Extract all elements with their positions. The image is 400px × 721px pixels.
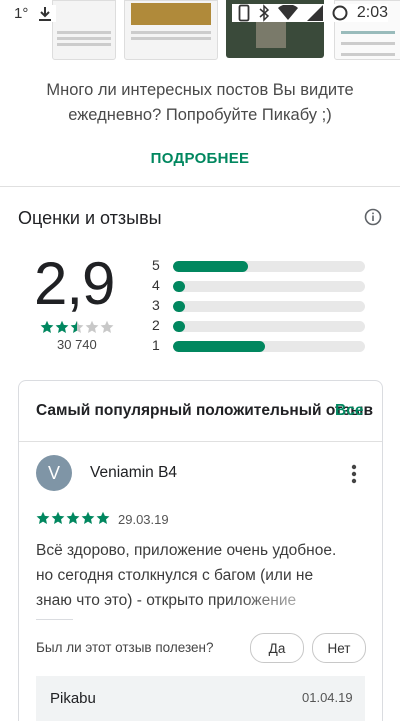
info-icon[interactable] <box>364 208 382 226</box>
rating-bar-track <box>173 321 365 332</box>
review-card-title: Самый популярный положительный отзыв <box>36 402 373 419</box>
rating-bar-fill <box>173 261 248 272</box>
review-author: Veniamin B4 <box>90 464 178 481</box>
rating-distribution: 5 4 3 2 1 <box>152 257 366 357</box>
star-icon <box>85 320 99 333</box>
status-bar: 1° 2:03 <box>0 0 400 28</box>
review-stars <box>36 511 110 525</box>
rating-bar-row: 1 <box>152 337 366 357</box>
rating-bar-row: 4 <box>152 277 366 297</box>
battery-icon <box>332 5 348 21</box>
helpful-question: Был ли этот отзыв полезен? <box>36 640 214 655</box>
section-divider <box>0 186 400 187</box>
star-icon <box>96 511 110 524</box>
clock: 2:03 <box>356 4 388 21</box>
promo-line-2: ежедневно? Попробуйте Пикабу ;) <box>68 106 332 124</box>
status-indicator: 1° <box>14 5 29 22</box>
card-divider <box>19 441 382 442</box>
average-stars <box>40 320 114 334</box>
bluetooth-icon <box>259 4 269 22</box>
rating-bar-row: 2 <box>152 317 366 337</box>
helpful-yes-button[interactable]: Да <box>250 633 304 663</box>
rating-bar-label: 4 <box>152 277 160 293</box>
star-icon <box>100 320 114 333</box>
rating-bar-track <box>173 341 365 352</box>
helpful-no-button[interactable]: Нет <box>312 633 366 663</box>
status-left: 1° <box>14 5 57 22</box>
review-count: 30 740 <box>57 337 97 352</box>
rating-bar-row: 5 <box>152 257 366 277</box>
more-options-icon[interactable] <box>349 463 359 485</box>
promo-text: Много ли интересных постов Вы видите еже… <box>0 78 400 128</box>
status-right: 2:03 <box>231 4 388 22</box>
review-date: 29.03.19 <box>118 512 169 527</box>
star-icon <box>81 511 95 524</box>
developer-reply: Pikabu 01.04.19 <box>36 676 365 721</box>
rating-bar-track <box>173 281 365 292</box>
text-fade <box>229 588 349 613</box>
star-icon <box>36 511 50 524</box>
see-all-reviews-link[interactable]: Все <box>335 402 363 420</box>
star-icon <box>55 320 69 333</box>
rating-bar-track <box>173 301 365 312</box>
rating-bar-track <box>173 261 365 272</box>
rating-bar-fill <box>173 281 185 292</box>
star-icon <box>40 320 54 333</box>
rating-bar-fill <box>173 341 266 352</box>
developer-name: Pikabu <box>50 690 96 707</box>
rating-bar-label: 5 <box>152 257 160 273</box>
ratings-section-title: Оценки и отзывы <box>18 208 162 228</box>
review-text-line: Всё здорово, приложение очень удобное. <box>36 542 337 559</box>
download-icon <box>39 6 52 21</box>
promo-line-1: Много ли интересных постов Вы видите <box>46 81 354 99</box>
reply-date: 01.04.19 <box>302 690 353 705</box>
wifi-icon <box>277 5 298 20</box>
rating-bar-row: 3 <box>152 297 366 317</box>
more-button[interactable]: ПОДРОБНЕЕ <box>0 150 400 167</box>
rating-bar-label: 3 <box>152 297 160 313</box>
review-text-line: но сегодня столкнулся с багом (или не <box>36 567 314 584</box>
average-rating: 2,9 <box>34 250 115 317</box>
rating-bar-fill <box>173 301 185 312</box>
rating-bar-label: 1 <box>152 337 160 353</box>
text-divider <box>36 619 73 620</box>
star-icon <box>66 511 80 524</box>
avatar: V <box>36 455 72 491</box>
review-card: Самый популярный положительный отзыв Все… <box>18 380 383 721</box>
rating-bar-label: 2 <box>152 317 160 333</box>
rating-bar-fill <box>173 321 185 332</box>
star-icon <box>51 511 65 524</box>
star-icon <box>70 320 84 333</box>
phone-vibrate-icon <box>238 4 250 22</box>
signal-icon <box>306 5 323 21</box>
